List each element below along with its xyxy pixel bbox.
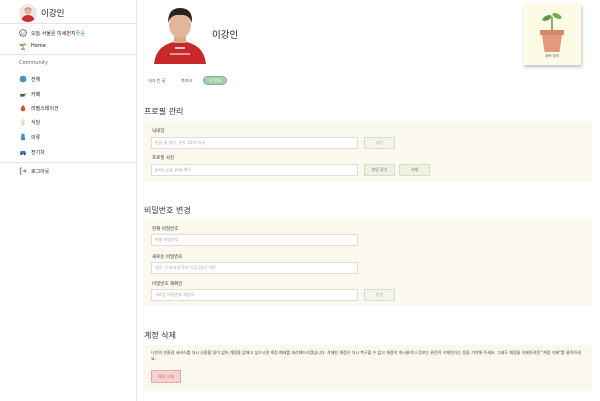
weather-text: 오늘 서울은 미세먼지	[31, 30, 76, 37]
new-password-label: 새로운 비밀번호	[152, 255, 183, 260]
profile-section-title: 프로필 관리	[144, 107, 184, 116]
tab-my-posts[interactable]: 내가 쓴 글	[148, 78, 165, 84]
divider	[0, 54, 137, 55]
sidebar-item-label: 식당	[31, 119, 41, 126]
photo-file-input[interactable]: jpeg, jpg, png 형식	[151, 164, 358, 176]
electric-car-icon	[19, 148, 27, 156]
delete-photo-button[interactable]: 삭제	[399, 164, 430, 176]
delete-account-button[interactable]: 계정 삭제	[151, 370, 181, 383]
main-content: 이강인 새싹 영어 내가 쓴 글 북마크 내 정보 프로필 관리 닉네임 한글 …	[137, 0, 600, 401]
find-file-button[interactable]: 파일 찾기	[364, 164, 395, 176]
sidebar-item-label: 전체	[31, 76, 41, 83]
sidebar-item-refill-station[interactable]: 리필스테이션	[19, 104, 59, 112]
cafe-icon	[19, 90, 27, 98]
divider	[0, 162, 137, 163]
sidebar-profile[interactable]: 이강인	[19, 4, 64, 22]
sidebar-item-all[interactable]: 전체	[19, 75, 40, 83]
tab-my-info[interactable]: 내 정보	[203, 76, 227, 85]
sidebar-item-label: Home	[31, 43, 46, 49]
sidebar-item-label: 카페	[31, 91, 41, 98]
profile-name: 이강인	[212, 30, 239, 41]
community-label: Community	[19, 60, 48, 66]
globe-icon	[19, 75, 27, 83]
refill-station-icon	[19, 104, 27, 112]
password-section-title: 비밀번호 변경	[144, 206, 191, 215]
logout-icon	[19, 167, 27, 175]
weather-status: 오늘 서울은 미세먼지 좋음	[19, 29, 85, 37]
logout-label: 로그아웃	[31, 168, 50, 175]
photo-label: 프로필 사진	[152, 156, 175, 161]
profile-photo	[148, 1, 212, 64]
nickname-label: 닉네임	[152, 129, 165, 134]
new-password-input[interactable]: 영문, 숫자 포함 8자 이상 20자 이하	[151, 262, 358, 274]
change-password-button[interactable]: 변경	[364, 289, 395, 301]
plant-level-caption: 새싹 영어	[545, 54, 559, 58]
tab-bookmarks[interactable]: 북마크	[181, 78, 192, 84]
nickname-save-button[interactable]: 저장	[364, 137, 395, 149]
sidebar-item-label: 의류	[31, 134, 41, 141]
sidebar: 이강인 오늘 서울은 미세먼지 좋음 Home Community 전체 카페 …	[0, 0, 137, 401]
sidebar-item-cafe[interactable]: 카페	[19, 90, 40, 98]
delete-section-title: 계정 삭제	[144, 331, 176, 340]
divider	[0, 23, 137, 24]
sprout-pot-icon	[538, 9, 566, 57]
confirm-password-input[interactable]: 새로운 비밀번호 재입력	[151, 289, 358, 301]
restaurant-icon	[19, 118, 27, 126]
delete-description: 나만의 친환경 서비스를 다시 사용할 일이 없어 계정을 없애고 싶으시면 계…	[151, 350, 581, 361]
nickname-input[interactable]: 한글 및 영어, 숫자 10자 이내	[151, 137, 358, 149]
sidebar-item-label: 리필스테이션	[31, 105, 59, 112]
weather-badge: 좋음	[75, 30, 85, 37]
current-password-input[interactable]: 현재 비밀번호	[151, 234, 358, 246]
confirm-password-label: 비밀번호 재확인	[152, 282, 183, 287]
app-root: 이강인 오늘 서울은 미세먼지 좋음 Home Community 전체 카페 …	[0, 0, 600, 401]
avatar	[19, 4, 37, 22]
sidebar-item-home[interactable]: Home	[19, 42, 46, 50]
sidebar-item-restaurant[interactable]: 식당	[19, 118, 40, 126]
logout-button[interactable]: 로그아웃	[19, 167, 49, 175]
sidebar-item-clothing[interactable]: 의류	[19, 133, 40, 141]
sidebar-user-name: 이강인	[41, 9, 65, 19]
clothing-icon	[19, 133, 27, 141]
sidebar-item-electric-car[interactable]: 전기차	[19, 148, 45, 156]
current-password-label: 현재 비밀번호	[152, 227, 179, 232]
sprout-icon	[19, 42, 27, 50]
plant-level-card: 새싹 영어	[523, 4, 581, 65]
smile-icon	[19, 29, 27, 37]
sidebar-item-label: 전기차	[31, 149, 45, 156]
